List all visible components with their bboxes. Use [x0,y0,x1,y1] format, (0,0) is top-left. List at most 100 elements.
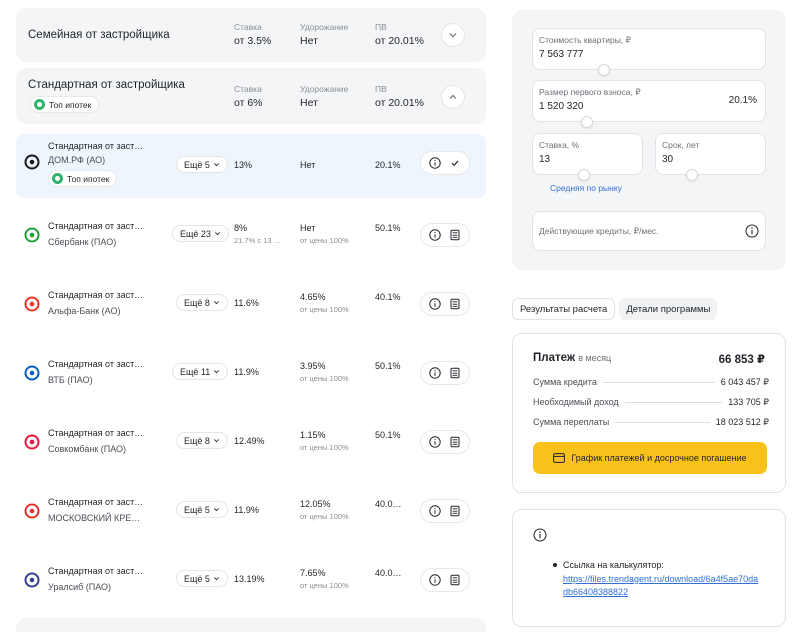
chevron-up-icon [449,94,457,99]
calculator-url-link[interactable]: https://files.trendagent.ru/download/6a4… [563,573,763,599]
info-icon[interactable] [429,436,441,448]
bank-name: ДОМ.РФ (АО) [48,155,106,165]
bank-logo-icon [24,572,40,588]
offer-markup-note: от цены 100% [300,512,349,521]
price-field[interactable]: Стоимость квартиры, ₽ 7 563 777 [532,28,766,76]
group-markup: Удорожание Нет [300,22,349,47]
monthly-payment-value: 66 853 ₽ [718,354,765,366]
bank-name: МОСКОВСКИЙ КРЕ… [48,513,141,523]
more-offers-button[interactable]: Ещё 8 [176,294,228,311]
term-slider-handle[interactable] [686,169,699,181]
bank-name: Альфа-Банк (АО) [48,306,121,316]
info-icon[interactable] [429,574,441,586]
offer-markup: 3.95% [300,361,326,371]
offer-row[interactable]: Стандартная от заст… Совкомбанк (ПАО) Ещ… [16,410,486,474]
info-icon[interactable] [429,298,441,310]
offer-row[interactable]: Стандартная от заст… Уралсиб (ПАО) Ещё 5… [16,548,486,612]
price-slider-handle[interactable] [597,64,610,76]
program-name: Стандартная от заст… [48,428,144,438]
calculator-icon[interactable] [449,298,461,310]
more-offers-button[interactable]: Ещё 5 [176,501,228,518]
down-payment-slider-handle[interactable] [581,116,593,128]
market-average-link[interactable]: Средняя по рынку [550,183,622,193]
term-value[interactable]: 30 [662,154,673,165]
tab-results[interactable]: Результаты расчета [512,298,616,320]
offer-row[interactable]: Стандартная от заст… Сбербанк (ПАО) Ещё … [16,203,486,267]
group-rate: Ставка от 6% [234,84,263,109]
offer-actions [420,151,470,175]
card-icon [553,453,566,463]
offer-row[interactable]: Стандартная от заст… ВТБ (ПАО) Ещё 11 11… [16,341,486,405]
program-name: Стандартная от заст… [48,290,144,300]
group-standard[interactable]: Стандартная от застройщика Топ ипотек Ст… [16,68,486,124]
offer-row[interactable]: Стандартная от заст… ДОМ.РФ (АО) Топ ипо… [16,134,486,198]
chevron-down-icon [213,439,219,443]
offer-down-payment: 40.0… [375,568,402,578]
required-income-line: Необходимый доход 133 705 ₽ [533,397,769,407]
rate-slider-handle[interactable] [578,169,591,181]
overpayment-line: Сумма переплаты 18 023 512 ₽ [533,417,769,427]
bank-name: Сбербанк (ПАО) [48,237,117,247]
calculator-icon[interactable] [449,229,461,241]
offer-row[interactable]: Стандартная от заст… МОСКОВСКИЙ КРЕ… Ещё… [16,479,486,543]
offer-markup: 1.15% [300,430,326,440]
more-offers-button[interactable]: Ещё 23 [172,225,229,242]
calculator-icon[interactable] [449,367,461,379]
tab-program-details[interactable]: Детали программы [619,298,718,320]
offer-rate: 11.9% [234,505,259,515]
bank-name: Уралсиб (ПАО) [48,582,112,592]
group-family[interactable]: Семейная от застройщика Ставка от 3.5% У… [16,8,486,62]
offer-rate-note: 21.7% с 13 … [234,236,282,245]
offer-actions [420,430,470,454]
next-group-card[interactable] [16,618,486,632]
calculator-icon[interactable] [449,505,461,517]
chevron-down-icon [213,508,219,512]
existing-loans-field[interactable]: Действующие кредиты, ₽/мес. [532,211,766,251]
rate-field[interactable]: Ставка, % 13 [532,133,643,181]
bank-logo-icon [24,434,40,450]
info-icon [533,528,547,542]
down-payment-value[interactable]: 1 520 320 [539,101,584,112]
program-name: Стандартная от заст… [48,566,144,576]
more-offers-button[interactable]: Ещё 8 [176,432,228,449]
group-title: Стандартная от застройщика [28,79,185,91]
offer-markup: Нет [300,223,316,233]
offer-rate: 8% [234,223,248,233]
offer-markup: Нет [300,160,316,170]
group-rate: Ставка от 3.5% [234,22,272,47]
program-name: Стандартная от заст… [48,221,144,231]
group-title: Семейная от застройщика [28,29,170,41]
list-bullet [553,563,557,567]
down-payment-field[interactable]: Размер первого взноса, ₽ 1 520 320 20.1% [532,80,766,128]
expand-button[interactable] [441,23,465,47]
more-offers-button[interactable]: Ещё 11 [172,363,229,380]
offer-down-payment: 20.1% [375,160,401,170]
chevron-down-icon [213,301,219,305]
info-icon[interactable] [429,367,441,379]
rate-value[interactable]: 13 [539,154,550,165]
offer-rate: 11.6% [234,298,259,308]
more-offers-button[interactable]: Ещё 5 [176,570,228,587]
bank-logo-icon [24,227,40,243]
more-offers-button[interactable]: Ещё 5 [176,156,228,173]
term-field[interactable]: Срок, лет 30 [655,133,766,181]
info-icon[interactable] [745,224,759,238]
check-icon[interactable] [449,157,461,169]
bank-logo-icon [24,154,40,170]
calculation-results: Платеж в месяц 66 853 ₽ Сумма кредита 6 0… [512,333,786,493]
offer-actions [420,499,470,523]
info-icon[interactable] [429,229,441,241]
info-icon[interactable] [429,505,441,517]
offer-markup-note: от цены 100% [300,443,349,452]
offer-rate: 11.9% [234,367,259,377]
offer-down-payment: 50.1% [375,430,401,440]
offer-row[interactable]: Стандартная от заст… Альфа-Банк (АО) Ещё… [16,272,486,336]
price-value[interactable]: 7 563 777 [539,49,584,60]
calculator-icon[interactable] [449,574,461,586]
collapse-button[interactable] [441,85,465,109]
offer-markup-note: от цены 100% [300,581,349,590]
info-icon[interactable] [429,157,441,169]
bank-logo-icon [24,365,40,381]
payment-schedule-button[interactable]: График платежей и досрочное погашение [533,442,767,474]
calculator-icon[interactable] [449,436,461,448]
